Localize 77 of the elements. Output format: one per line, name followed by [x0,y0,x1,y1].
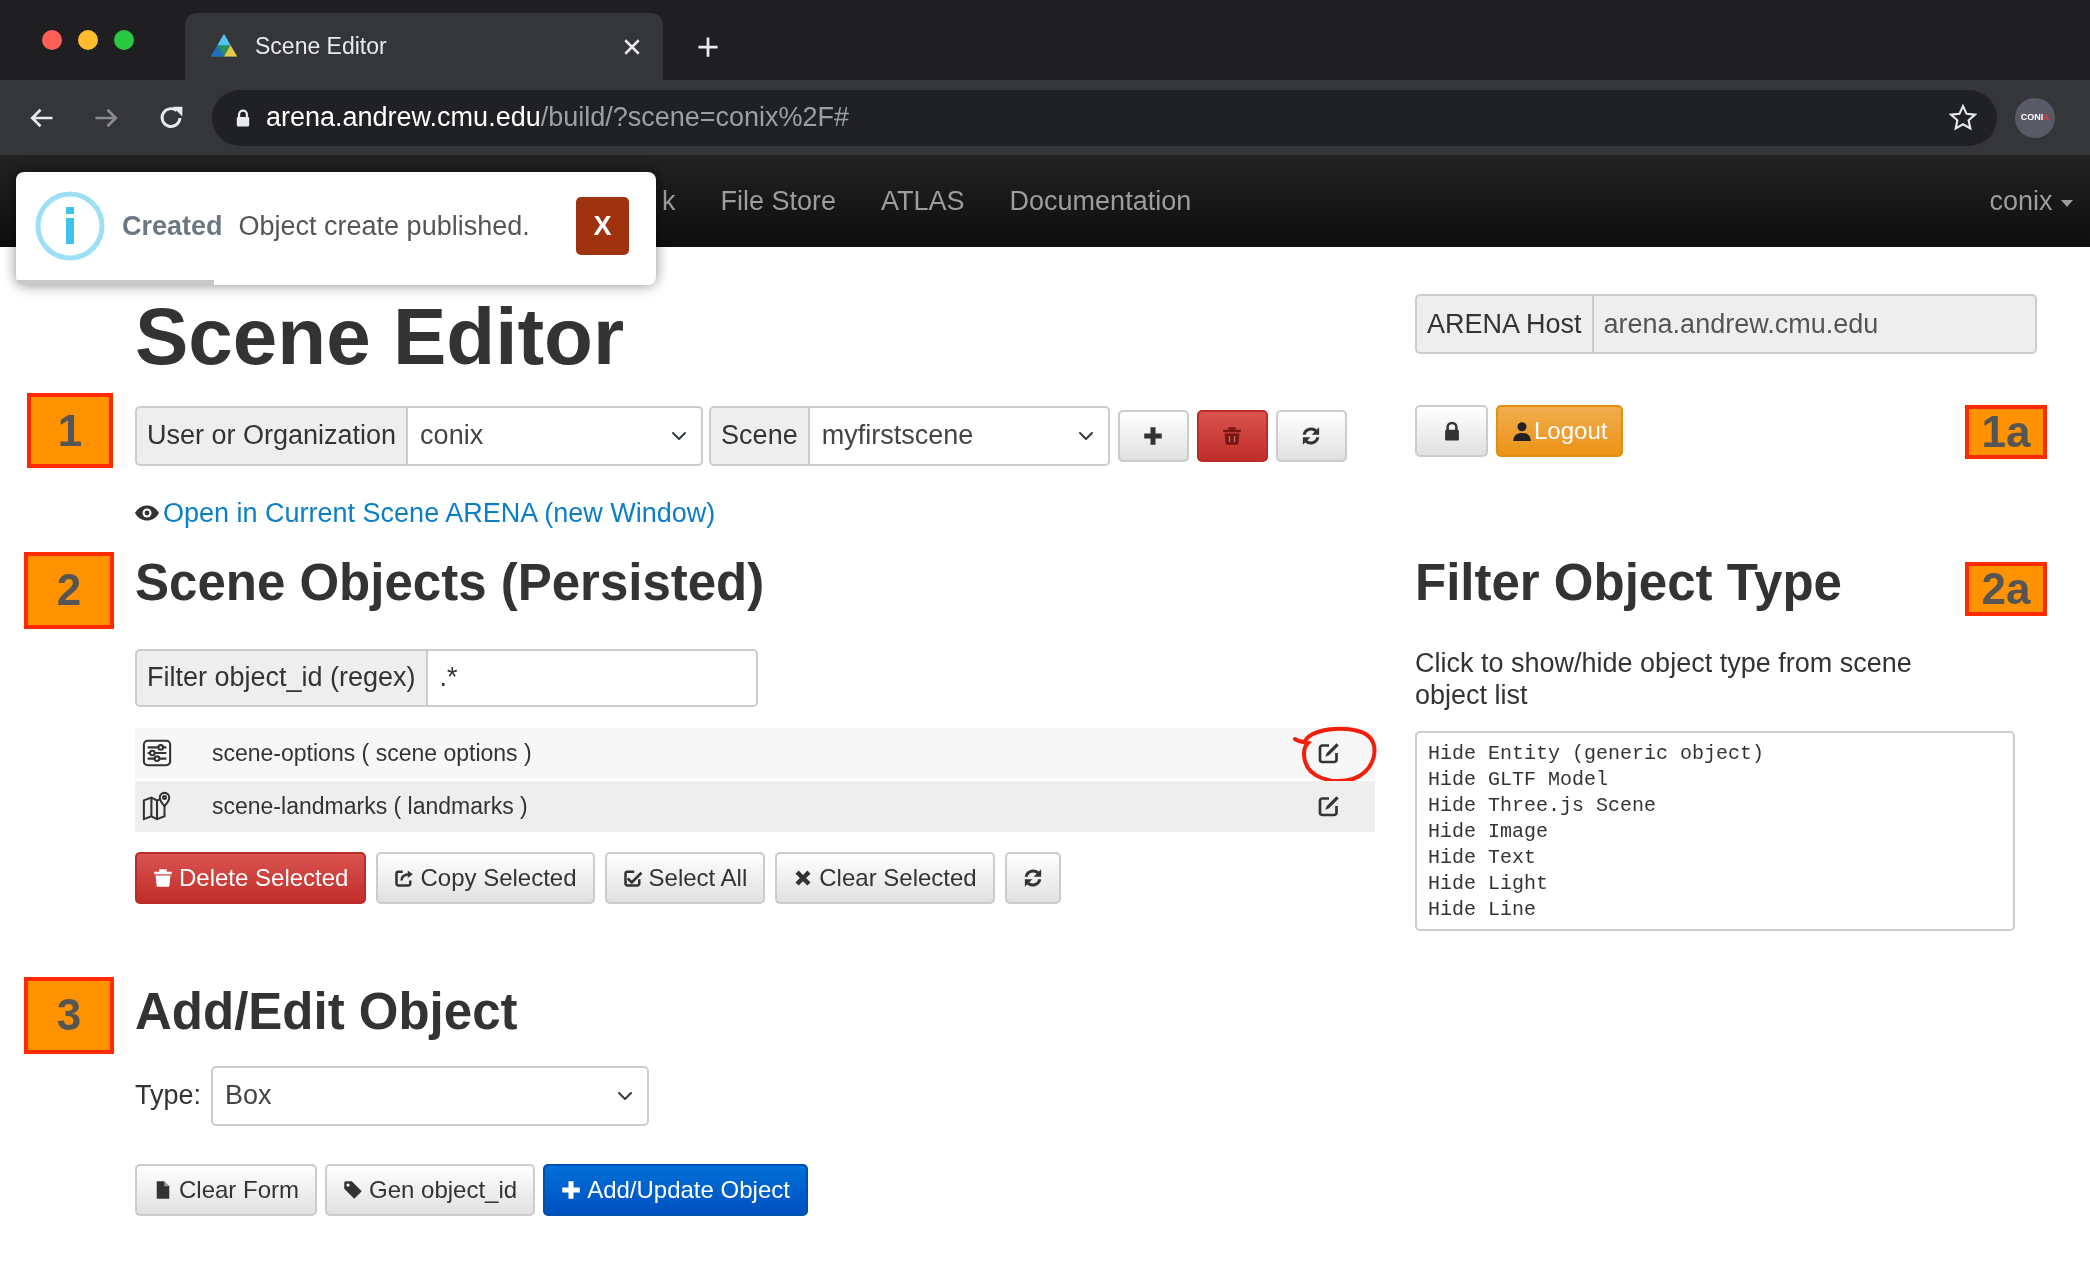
user-select[interactable]: conix [408,405,704,466]
filter-description: Click to show/hide object type from scene object list [1415,646,1913,711]
section-heading: Filter Object Type [1415,552,1842,613]
type-label: Type: [135,1079,202,1113]
clear-selected-button[interactable]: Clear Selected [775,851,995,904]
scene-select[interactable]: myfirstscene [809,405,1110,466]
user-icon [1512,421,1532,441]
sliders-icon [142,738,172,768]
reload-icon[interactable] [158,104,184,131]
listbox-option[interactable]: Hide Line [1428,896,2002,923]
refresh-button[interactable] [1004,851,1061,904]
listbox-option[interactable]: Hide Entity (generic object) [1428,740,2002,767]
edit-icon [1317,741,1341,765]
bookmark-star-icon[interactable] [1949,103,1977,132]
listbox-option[interactable]: Hide Text [1428,844,2002,871]
delete-scene-button[interactable] [1196,409,1268,462]
nav-link[interactable]: File Store [720,180,837,222]
filter-input[interactable]: .* [427,648,758,707]
user-label: User or Organization [135,405,409,466]
tab-title[interactable]: Scene Editor [255,29,387,64]
map-pin-icon [142,791,172,821]
section-marker: 2 [24,551,114,629]
trash-icon [1222,425,1243,446]
listbox-option[interactable]: Hide GLTF Model [1428,766,2002,793]
open-scene-link[interactable]: Open in Current Scene ARENA (new Window) [163,493,716,534]
filter-label: Filter object_id (regex) [135,648,428,707]
section-heading: Add/Edit Object [135,981,519,1042]
scene-label: Scene [709,405,810,466]
listbox-option[interactable]: Hide Image [1428,818,2002,845]
section-marker: 2a [1965,561,2047,616]
add-object-button[interactable]: Add/Update Object [543,1163,808,1216]
caret-icon [2060,197,2074,208]
close-window-icon[interactable] [42,30,62,50]
refresh-button[interactable] [1275,409,1347,462]
select-all-button[interactable]: Select All [604,851,766,904]
toast-title: Created [122,209,223,243]
zoom-window-icon[interactable] [114,30,134,50]
generate-id-button[interactable]: Gen object_id [325,1163,536,1216]
section-marker: 1 [27,393,113,468]
minimize-window-icon[interactable] [78,30,98,50]
host-label: ARENA Host [1417,296,1594,352]
add-scene-button[interactable] [1117,409,1189,462]
object-row[interactable]: scene-options ( scene options ) [135,727,1375,779]
section-heading: Scene Objects (Persisted) [135,552,766,613]
user-menu[interactable]: conix [1989,180,2074,222]
tag-icon [343,1179,363,1200]
page-title: Scene Editor [135,291,626,383]
section-marker: 1a [1965,405,2047,459]
new-tab-icon[interactable] [697,36,719,58]
object-row[interactable]: scene-landmarks ( landmarks ) [135,780,1375,832]
nav-link[interactable]: k [662,180,676,222]
object-label: scene-options ( scene options ) [212,738,532,768]
host-value: arena.andrew.cmu.edu [1602,307,1880,341]
close-toast-button[interactable]: X [576,197,629,255]
type-select[interactable]: Box [211,1065,650,1126]
copy-selected-button[interactable]: Copy Selected [376,851,595,904]
plus-icon [1143,425,1164,446]
refresh-icon [1022,867,1043,888]
plus-icon [561,1179,582,1200]
object-type-listbox[interactable]: Hide Entity (generic object) Hide GLTF Model Hide Three.js Scene Hide Image Hide Text Hide Light Hide Line [1415,730,2015,931]
lock-button[interactable] [1415,405,1488,457]
object-label: scene-landmarks ( landmarks ) [212,791,528,821]
clear-form-button[interactable]: Clear Form [135,1163,317,1216]
listbox-option[interactable]: Hide Three.js Scene [1428,792,2002,819]
close-tab-icon[interactable] [623,37,641,56]
info-icon [34,190,106,262]
nav-link[interactable]: ATLAS [881,180,965,222]
section-marker: 3 [24,976,114,1054]
profile-avatar[interactable]: CONIX [2015,97,2055,138]
trash-icon [153,867,173,888]
edit-icon [1317,794,1341,818]
listbox-option[interactable]: Hide Light [1428,870,2002,897]
delete-selected-button[interactable]: Delete Selected [135,851,367,904]
lock-icon [234,107,252,128]
nav-link[interactable]: Documentation [1009,180,1192,222]
refresh-icon [1301,425,1322,446]
toast-message: Object create published. [238,209,530,243]
